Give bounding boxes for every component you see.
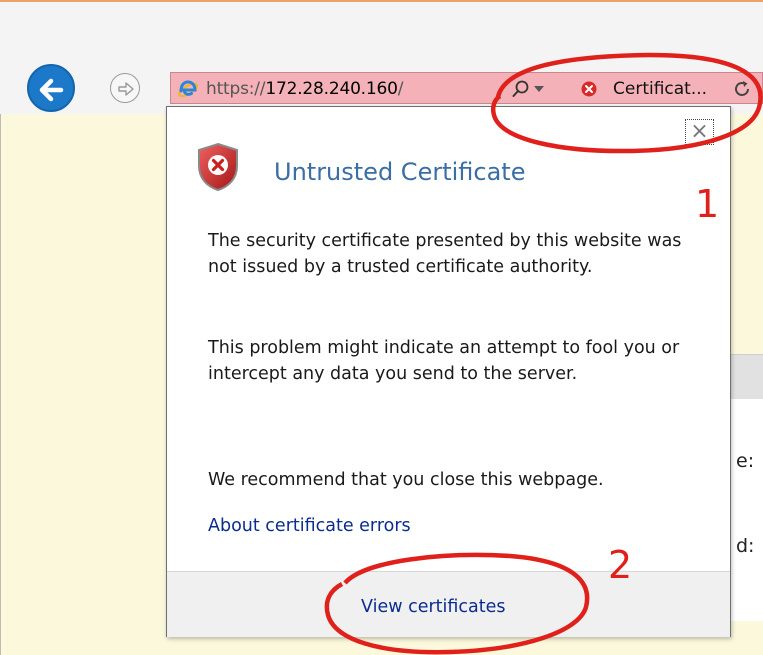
annotation-label-1: 1 [695, 182, 720, 226]
shield-error-icon [198, 142, 238, 192]
forward-arrow-icon [118, 82, 134, 96]
cert-error-icon[interactable] [581, 81, 597, 97]
certificate-error-label[interactable]: Certificat... [613, 79, 707, 99]
annotation-label-2: 2 [608, 543, 633, 587]
back-button[interactable] [27, 64, 75, 112]
message-text: The security certificate presented by th… [208, 231, 682, 277]
background-panel-header [730, 354, 763, 400]
address-bar[interactable]: https://172.28.240.160/ Certificat... [170, 72, 763, 104]
flyout-footer: View certificates [167, 571, 730, 637]
certificate-flyout: × Untrusted Certificate The security cer… [166, 106, 731, 637]
page-left-border [0, 114, 1, 655]
background-field-label: d: [736, 535, 755, 557]
view-certificates-link[interactable]: View certificates [361, 597, 506, 617]
about-certificate-errors-link[interactable]: About certificate errors [208, 516, 411, 536]
url-host: 172.28.240.160 [265, 79, 398, 99]
back-arrow-icon [39, 78, 64, 102]
flyout-title: Untrusted Certificate [274, 158, 526, 186]
background-panel [730, 399, 763, 621]
search-icon[interactable] [511, 79, 531, 99]
close-button[interactable]: × [685, 119, 714, 145]
url-scheme: https:// [206, 79, 266, 99]
background-field-label: e: [736, 450, 755, 472]
message-text: This problem might indicate an attempt t… [208, 338, 680, 384]
forward-button[interactable] [110, 73, 140, 103]
url-path: / [397, 79, 404, 99]
url-text[interactable]: https://172.28.240.160/ [206, 79, 403, 99]
refresh-icon[interactable] [732, 79, 752, 99]
chevron-down-icon[interactable] [534, 86, 544, 93]
ie-logo-icon [178, 80, 198, 98]
recommendation-text: We recommend that you close this webpage… [208, 470, 604, 490]
